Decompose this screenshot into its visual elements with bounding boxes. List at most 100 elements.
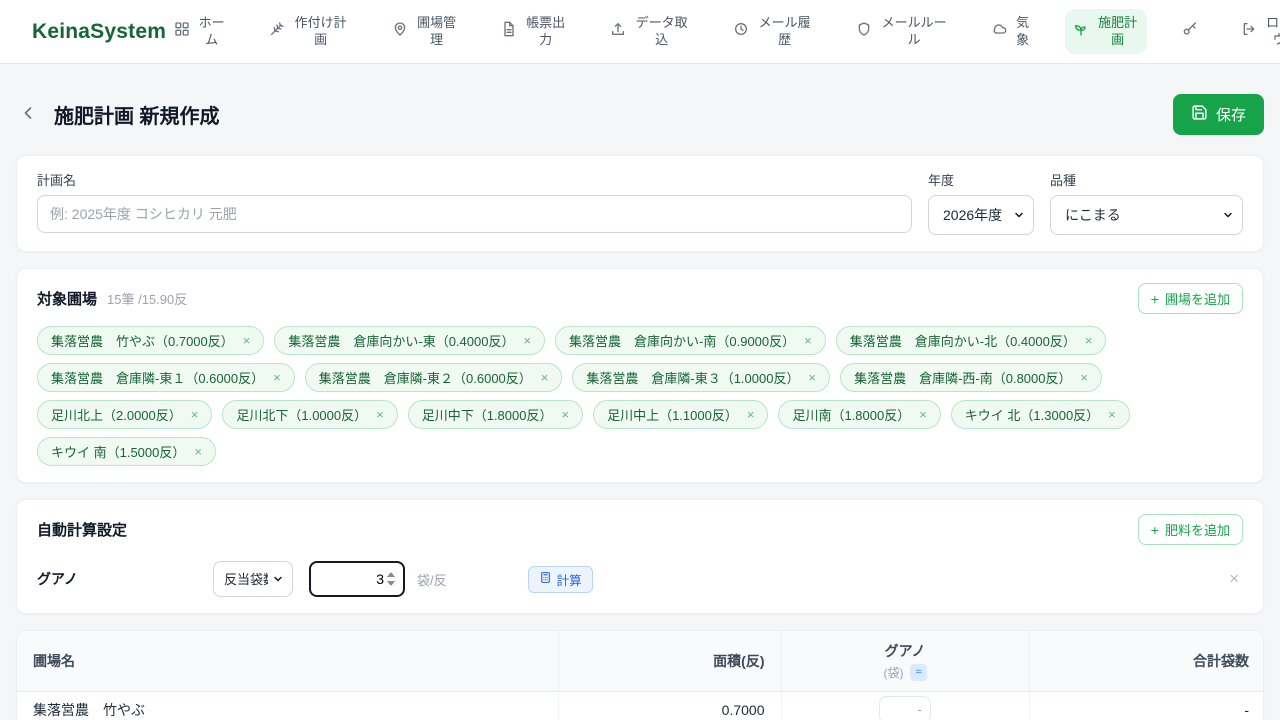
chip-remove-button[interactable]: ×: [523, 334, 531, 347]
shield-icon: [856, 21, 872, 41]
chip-remove-button[interactable]: ×: [804, 334, 812, 347]
sprout-icon: [1073, 21, 1089, 41]
field-chip-label: 集落営農 倉庫向かい-北（0.4000反）: [850, 331, 1076, 350]
chip-remove-button[interactable]: ×: [243, 334, 251, 347]
amount-unit: 袋/反: [417, 570, 447, 589]
chip-remove-button[interactable]: ×: [273, 371, 281, 384]
approx-badge[interactable]: ≈: [910, 664, 926, 681]
col-total-bags: 合計袋数: [1029, 631, 1264, 691]
nav-item-label: 気象: [1015, 15, 1030, 48]
chip-remove-button[interactable]: ×: [747, 408, 755, 421]
field-chip: 集落営農 竹やぶ（0.7000反） ×: [37, 326, 264, 355]
save-button[interactable]: 保存: [1173, 94, 1264, 135]
field-chip-label: キウイ 南（1.5000反）: [51, 442, 185, 461]
table-body: 集落営農 竹やぶ 0.7000 - 集落営農 倉庫向かい-東 0.4000 -: [17, 691, 1264, 720]
field-chip: 足川中下（1.8000反） ×: [408, 400, 583, 429]
field-chip-label: 足川北下（1.0000反）: [236, 405, 367, 424]
add-fertilizer-button[interactable]: + 肥料を追加: [1138, 514, 1243, 545]
chip-remove-button[interactable]: ×: [1108, 408, 1116, 421]
logout-icon: [1241, 21, 1257, 41]
field-chip: 集落営農 倉庫隣-東２（0.6000反） ×: [305, 363, 563, 392]
plan-name-input[interactable]: [37, 195, 912, 233]
amount-input[interactable]: [309, 561, 405, 597]
field-chip-label: 集落営農 倉庫向かい-南（0.9000反）: [569, 331, 795, 350]
table-header-row: 圃場名 面積(反) グアノ (袋) ≈ 合計袋数: [17, 631, 1264, 691]
field-chip: 集落営農 倉庫隣-東１（0.6000反） ×: [37, 363, 295, 392]
chip-remove-button[interactable]: ×: [919, 408, 927, 421]
close-icon: ×: [747, 407, 755, 422]
nav-item-api-key[interactable]: [1174, 15, 1206, 47]
close-icon: ×: [1080, 370, 1088, 385]
field-chip: 足川北上（2.0000反） ×: [37, 400, 212, 429]
remove-fertilizer-button[interactable]: ×: [1225, 569, 1243, 589]
nav-item-home[interactable]: ホーム: [166, 9, 234, 54]
field-chip: 足川北下（1.0000反） ×: [222, 400, 397, 429]
nav-item-data-import[interactable]: データ取込: [602, 9, 698, 54]
nav-item-fertilization-plan[interactable]: 施肥計画: [1065, 9, 1147, 54]
bags-input[interactable]: [879, 696, 931, 720]
nav-item-planting-plan[interactable]: 作付け計画: [261, 9, 357, 54]
close-icon: ×: [243, 333, 251, 348]
map-pin-icon: [392, 21, 408, 41]
table-row: 集落営農 竹やぶ 0.7000 -: [17, 691, 1264, 720]
field-chip: キウイ 南（1.5000反） ×: [37, 437, 216, 466]
fertilizer-row: グアノ 反当袋数 袋/反 計算 ×: [37, 561, 1243, 597]
col-area: 面積(反): [558, 631, 781, 691]
field-chip-label: 集落営農 倉庫隣-東３（1.0000反）: [586, 368, 799, 387]
close-icon: ×: [561, 407, 569, 422]
chip-remove-button[interactable]: ×: [191, 408, 199, 421]
nav-item-label: 帳票出力: [524, 15, 567, 48]
nav-item-logout[interactable]: ログアウト: [1233, 9, 1280, 54]
cell-area: 0.7000: [558, 691, 781, 720]
field-chip-label: 足川南（1.8000反）: [792, 405, 910, 424]
nav-item-label: 施肥計画: [1096, 15, 1139, 48]
chip-remove-button[interactable]: ×: [376, 408, 384, 421]
cell-fertilizer: [781, 691, 1029, 720]
target-fields-card: 対象圃場 15筆 /15.90反 + 圃場を追加 集落営農 竹やぶ（0.7000…: [16, 268, 1264, 483]
nav-item-field-management[interactable]: 圃場管理: [384, 9, 466, 54]
chip-remove-button[interactable]: ×: [1085, 334, 1093, 347]
close-icon: ×: [376, 407, 384, 422]
auto-calc-card: 自動計算設定 + 肥料を追加 グアノ 反当袋数 袋/反 計算 ×: [16, 499, 1264, 614]
chip-remove-button[interactable]: ×: [194, 445, 202, 458]
nav-item-label: メール履歴: [756, 15, 813, 48]
variety-select[interactable]: にこまる: [1050, 195, 1243, 235]
close-icon: ×: [191, 407, 199, 422]
nav-item-weather[interactable]: 気象: [984, 9, 1038, 54]
auto-calc-title: 自動計算設定: [37, 519, 127, 540]
wheat-icon: [269, 21, 285, 41]
field-chip: 足川南（1.8000反） ×: [778, 400, 940, 429]
add-field-button[interactable]: + 圃場を追加: [1138, 283, 1243, 314]
field-chip: 集落営農 倉庫隣-東３（1.0000反） ×: [572, 363, 830, 392]
close-icon: ×: [1108, 407, 1116, 422]
save-icon: [1191, 104, 1208, 125]
year-label: 年度: [928, 170, 1034, 189]
nav-item-report-output[interactable]: 帳票出力: [493, 9, 575, 54]
field-chip-label: 足川中下（1.8000反）: [422, 405, 553, 424]
year-select[interactable]: 2026年度: [928, 195, 1034, 235]
col-field-name: 圃場名: [17, 631, 558, 691]
field-chip: キウイ 北（1.3000反） ×: [951, 400, 1130, 429]
document-icon: [501, 21, 517, 41]
close-icon: ×: [1229, 569, 1239, 588]
fertilizer-name: グアノ: [37, 569, 213, 589]
calculator-icon: [539, 571, 552, 587]
chip-remove-button[interactable]: ×: [541, 371, 549, 384]
back-button[interactable]: [16, 101, 40, 128]
col-fertilizer-unit: (袋): [883, 664, 903, 681]
grid-icon: [174, 21, 190, 41]
nav-item-label: 圃場管理: [415, 15, 458, 48]
plus-icon: +: [1151, 523, 1159, 537]
calc-mode-select[interactable]: 反当袋数: [213, 561, 293, 597]
chip-remove-button[interactable]: ×: [561, 408, 569, 421]
chip-remove-button[interactable]: ×: [808, 371, 816, 384]
chip-remove-button[interactable]: ×: [1080, 371, 1088, 384]
cell-field-name: 集落営農 竹やぶ: [17, 691, 558, 720]
save-button-label: 保存: [1216, 104, 1246, 125]
nav-item-mail-rules[interactable]: メールルール: [848, 9, 957, 54]
page-head: 施肥計画 新規作成 保存: [16, 94, 1264, 135]
nav-item-label: メールルール: [879, 15, 949, 48]
calculate-button[interactable]: 計算: [528, 566, 593, 593]
variety-label: 品種: [1050, 170, 1243, 189]
nav-item-mail-history[interactable]: メール履歴: [725, 9, 821, 54]
